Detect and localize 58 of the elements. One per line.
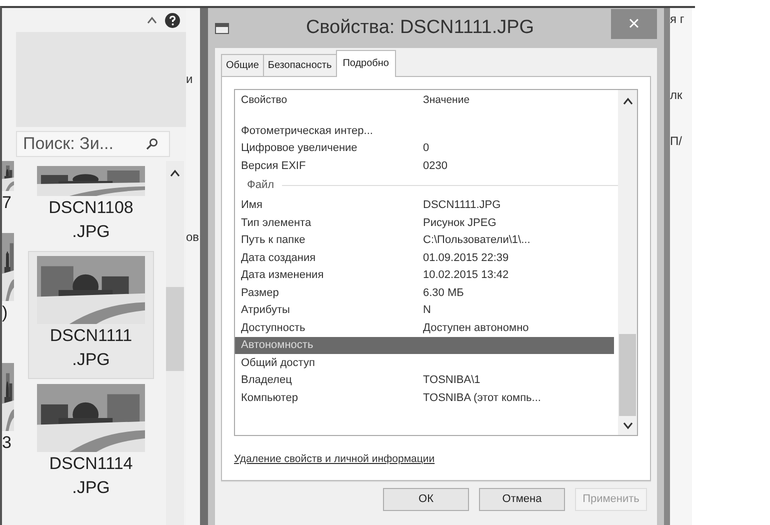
- search-icon: [146, 138, 158, 150]
- window-title: Свойства: DSCN1111.JPG: [304, 16, 536, 40]
- property-name[interactable]: Версия EXIF: [235, 158, 423, 174]
- help-icon[interactable]: [165, 12, 180, 28]
- property-name[interactable]: Имя: [235, 197, 423, 214]
- property-name[interactable]: Владелец: [235, 372, 423, 388]
- property-value: DSCN1111.JPG: [423, 198, 502, 213]
- property-value: C:\Пользователи\1\...: [423, 233, 532, 248]
- remove-properties-link[interactable]: Удаление свойств и личной информации: [234, 452, 638, 468]
- window-fragment-text: я г: [670, 11, 686, 28]
- group-header: Файл: [247, 178, 274, 194]
- property-value: Доступен автономно: [423, 320, 530, 336]
- property-name[interactable]: Дата изменения: [235, 267, 423, 284]
- selected-row[interactable]: Автономность: [235, 336, 614, 354]
- file-name: ): [2, 302, 8, 324]
- ok-button[interactable]: ОК: [383, 488, 469, 510]
- property-value: 6.30 МБ: [423, 286, 465, 300]
- tab[interactable]: Подробно: [336, 50, 396, 77]
- scroll-up-icon[interactable]: [622, 97, 632, 105]
- property-name[interactable]: Дата создания: [235, 250, 423, 266]
- file-name: 7: [2, 192, 12, 214]
- collapse-icon[interactable]: [147, 16, 157, 24]
- file-item[interactable]: DSCN1114.JPG: [28, 379, 154, 507]
- column-header[interactable]: Свойство: [235, 93, 423, 109]
- scroll-down-icon[interactable]: [622, 422, 632, 430]
- window-fragment-text: лк: [670, 87, 684, 104]
- property-name[interactable]: Атрибуты: [235, 302, 423, 318]
- property-name[interactable]: Размер: [235, 284, 423, 301]
- property-name[interactable]: Фотометрическая интер...: [235, 122, 423, 139]
- property-name[interactable]: Общий доступ: [235, 354, 423, 371]
- property-value: TOSNIBA (этот компь...: [423, 390, 542, 406]
- property-name[interactable]: Тип элемента: [235, 214, 423, 231]
- scroll-thumb[interactable]: [166, 287, 184, 371]
- property-value: N: [423, 303, 432, 318]
- property-value: Рисунок JPEG: [423, 216, 498, 230]
- property-name[interactable]: Цифровое увеличение: [235, 140, 423, 156]
- scroll-thumb[interactable]: [619, 334, 636, 416]
- window-fragment-text: П/: [670, 133, 683, 150]
- property-value: 0230: [423, 158, 448, 174]
- property-name[interactable]: Компьютер: [235, 390, 423, 406]
- property-value: 10.02.2015 13:42: [423, 268, 510, 283]
- property-value: 0: [423, 141, 430, 156]
- window-fragment-text: ов: [186, 229, 200, 246]
- file-name: 3: [2, 432, 12, 454]
- cancel-button[interactable]: Отмена: [479, 488, 565, 510]
- property-name[interactable]: Доступность: [235, 320, 423, 336]
- search-field[interactable]: Поиск: Зи...: [16, 131, 170, 157]
- property-value: 01.09.2015 22:39: [423, 250, 510, 266]
- column-header[interactable]: Значение: [423, 93, 618, 109]
- window-fragment-text: и: [186, 71, 194, 88]
- file-item[interactable]: DSCN1108.JPG: [28, 161, 154, 251]
- file-item[interactable]: DSCN1111.JPG: [28, 251, 154, 379]
- scrollbar[interactable]: [166, 161, 184, 525]
- window-icon: [215, 22, 229, 34]
- tab[interactable]: Общие: [221, 54, 264, 76]
- property-name[interactable]: Путь к папке: [235, 232, 423, 248]
- scroll-up-icon[interactable]: [170, 169, 180, 177]
- property-value: TOSNIBA\1: [423, 373, 482, 388]
